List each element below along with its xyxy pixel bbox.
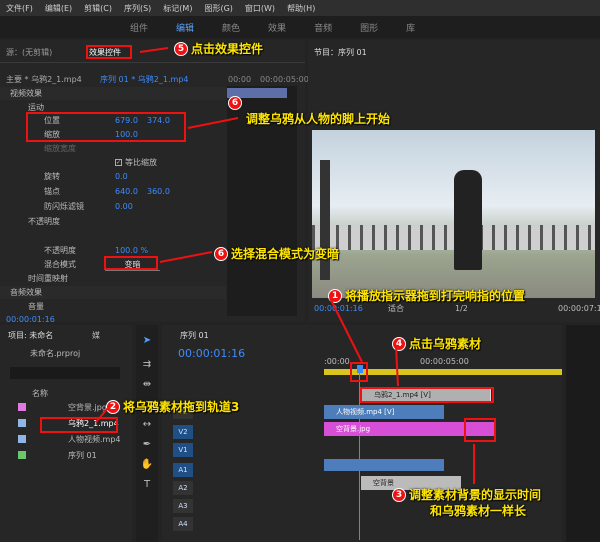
annotation-arrows: [95, 47, 475, 484]
arrow-2: [95, 407, 109, 423]
arrow-1: [329, 297, 363, 363]
arrow-5: [139, 47, 169, 53]
arrow-6a: [187, 117, 239, 129]
arrow-6b: [159, 251, 213, 263]
arrow-4: [395, 345, 399, 387]
